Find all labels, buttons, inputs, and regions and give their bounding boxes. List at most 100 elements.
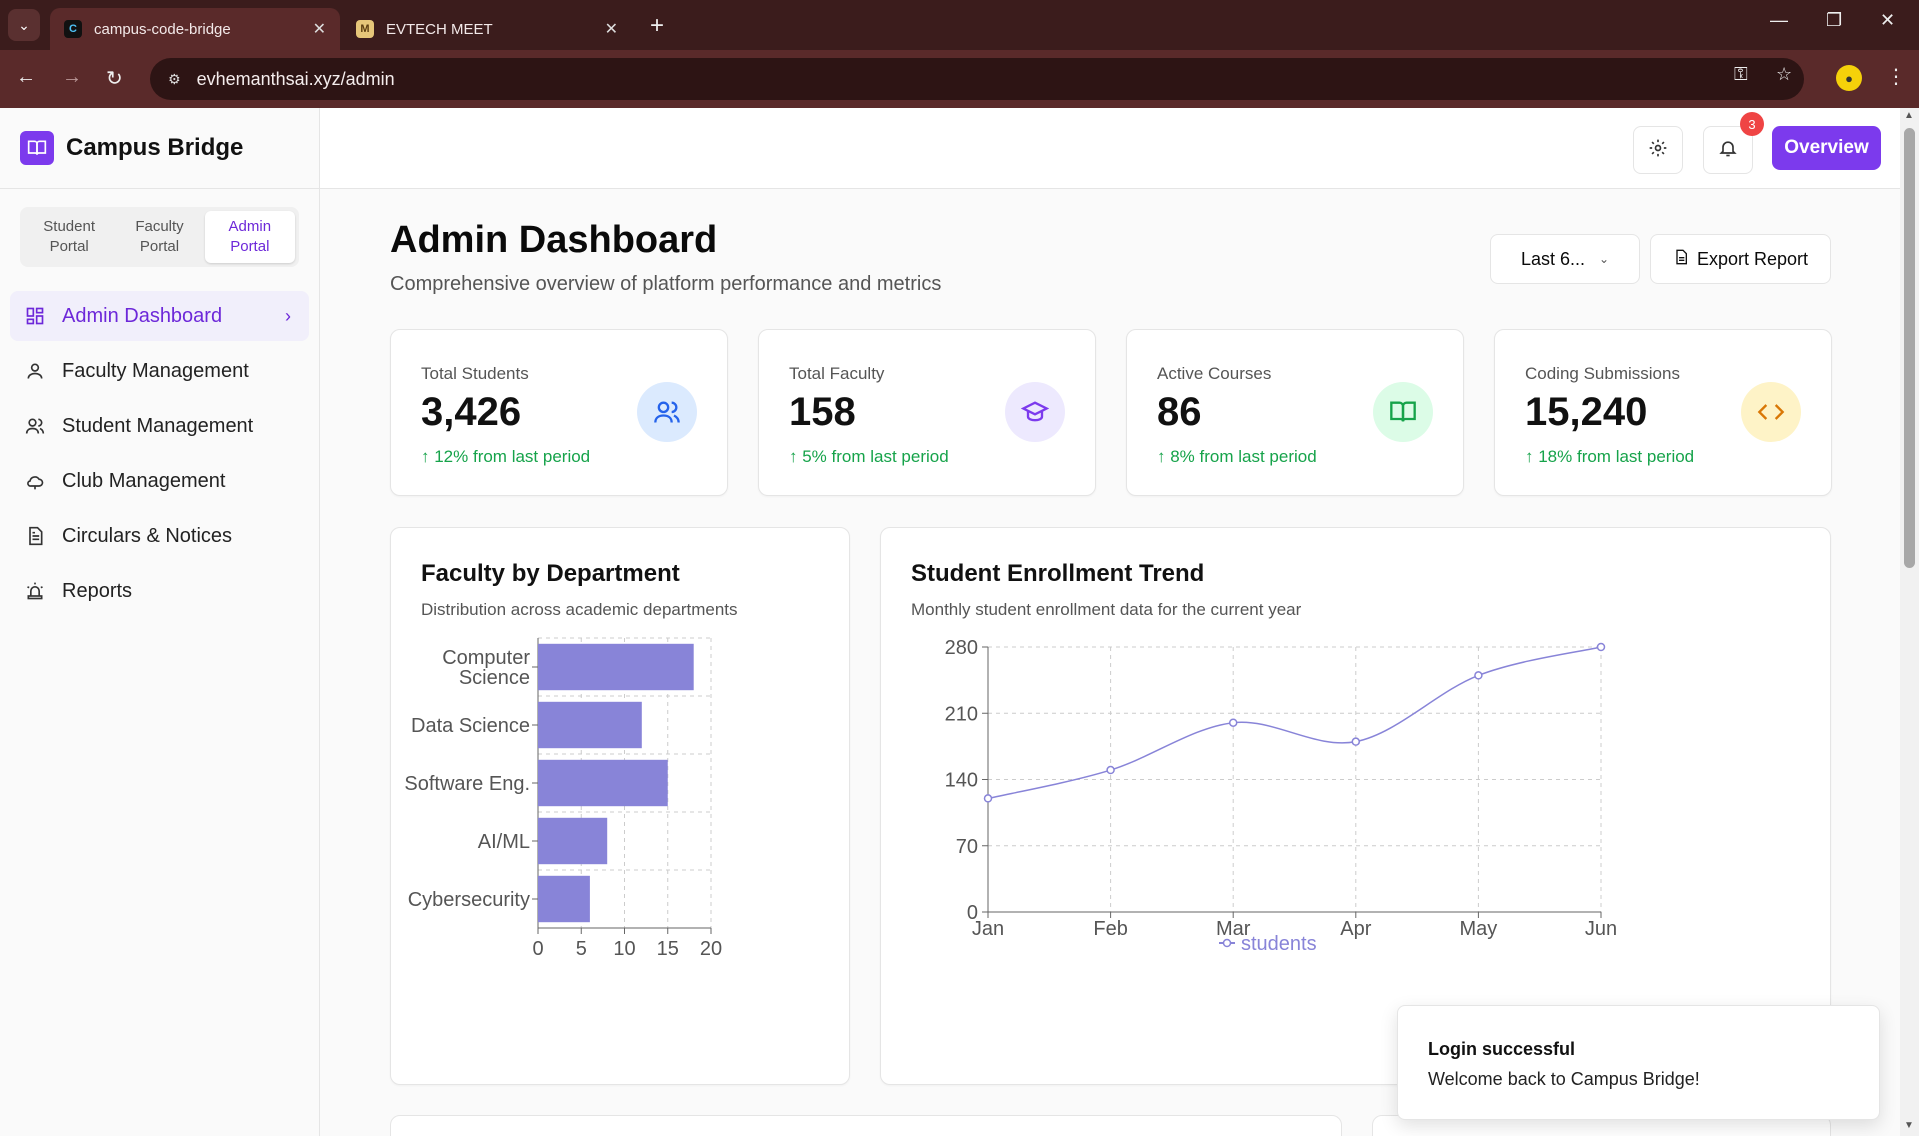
- date-range-select[interactable]: Last 6... ⌄: [1490, 234, 1640, 284]
- stat-card-active-courses: Active Courses 86 ↑ 8% from last period: [1126, 329, 1464, 496]
- bell-icon: [1718, 138, 1738, 163]
- close-icon[interactable]: ✕: [605, 19, 618, 39]
- sidebar-item-label: Admin Dashboard: [62, 304, 223, 327]
- dashboard-icon: [24, 305, 46, 327]
- profile-avatar-icon[interactable]: ●: [1836, 65, 1862, 91]
- minimize-icon[interactable]: —: [1770, 10, 1788, 31]
- category-label: Computer Science: [442, 647, 530, 689]
- legend-label: students: [1241, 933, 1317, 955]
- data-point: [1228, 718, 1238, 727]
- users-icon: [24, 415, 46, 437]
- address-bar[interactable]: ⚙ evhemanthsai.xyz/admin: [150, 58, 1804, 100]
- brand[interactable]: Campus Bridge: [0, 108, 319, 189]
- tab-search-button[interactable]: ⌄: [8, 9, 40, 41]
- book-open-icon: [20, 131, 54, 165]
- tab-label: EVTECH MEET: [386, 20, 493, 38]
- y-tick-label: 140: [945, 770, 978, 792]
- category-label: Software Eng.: [404, 773, 530, 795]
- sidebar-item-label: Reports: [62, 579, 133, 602]
- bar: [538, 701, 642, 749]
- scroll-thumb[interactable]: [1904, 128, 1915, 568]
- x-tick-label: Jan: [972, 918, 1004, 940]
- x-tick-label: 20: [700, 938, 722, 960]
- faculty-portal-tab[interactable]: Faculty Portal: [114, 211, 204, 263]
- stat-label: Total Faculty: [789, 364, 885, 383]
- bar: [538, 875, 590, 923]
- bookmark-star-icon[interactable]: ☆: [1776, 64, 1792, 85]
- campus-favicon-icon: C: [64, 20, 82, 38]
- page-subtitle: Comprehensive overview of platform perfo…: [390, 273, 942, 295]
- login-toast: Login successful Welcome back to Campus …: [1397, 1005, 1880, 1120]
- bar: [538, 643, 694, 691]
- sidebar-item-admin-dashboard[interactable]: Admin Dashboard ›: [10, 291, 309, 341]
- stat-value: 86: [1157, 390, 1202, 434]
- overview-button[interactable]: Overview: [1772, 126, 1881, 170]
- code-icon: [1741, 382, 1801, 442]
- stat-card-total-students: Total Students 3,426 ↑ 12% from last per…: [390, 329, 728, 496]
- restore-icon[interactable]: ❐: [1826, 10, 1842, 31]
- sidebar-item-label: Student Management: [62, 414, 254, 437]
- back-icon[interactable]: ←: [16, 66, 36, 89]
- close-icon[interactable]: ✕: [313, 19, 326, 39]
- export-label: Export Report: [1696, 248, 1809, 269]
- x-tick-label: 10: [613, 938, 635, 960]
- site-info-icon[interactable]: ⚙: [168, 71, 181, 88]
- lower-card-left: [390, 1115, 1342, 1136]
- forward-icon[interactable]: →: [62, 66, 82, 89]
- page-title: Admin Dashboard: [390, 219, 718, 261]
- browser-tab-campus[interactable]: C campus-code-bridge ✕: [50, 8, 340, 50]
- scroll-down-icon[interactable]: ▼: [1904, 1120, 1914, 1131]
- y-tick-label: 210: [945, 703, 978, 725]
- bar: [538, 759, 668, 807]
- sidebar-nav: Admin Dashboard › Faculty Management Stu…: [0, 291, 319, 616]
- enrollment-line-chart: 070140210280Jan Feb Mar Apr May Junstudents: [945, 637, 1618, 955]
- password-key-icon[interactable]: ⚿: [1734, 64, 1748, 85]
- window-close-icon[interactable]: ✕: [1880, 10, 1895, 31]
- sidebar-item-club-management[interactable]: Club Management: [10, 456, 309, 506]
- export-report-button[interactable]: Export Report: [1650, 234, 1831, 284]
- new-tab-button[interactable]: +: [650, 12, 664, 40]
- notification-count-badge: 3: [1740, 112, 1764, 136]
- x-tick-label: Apr: [1340, 918, 1371, 940]
- sidebar-item-circulars-notices[interactable]: Circulars & Notices: [10, 511, 309, 561]
- sidebar-item-student-management[interactable]: Student Management: [10, 401, 309, 451]
- evtech-favicon-icon: M: [356, 20, 374, 38]
- book-icon: [1373, 382, 1433, 442]
- stat-delta: ↑ 12% from last period: [421, 447, 591, 466]
- category-label: Cybersecurity: [408, 889, 530, 911]
- faculty-bar-chart: Computer Science Data Science Software Eng.…: [404, 637, 722, 960]
- app-header: [320, 108, 1900, 189]
- browser-tab-evtech[interactable]: M EVTECH MEET ✕: [342, 8, 632, 50]
- siren-icon: [24, 580, 46, 602]
- student-portal-tab[interactable]: Student Portal: [24, 211, 114, 263]
- data-point: [1474, 671, 1483, 680]
- brand-name: Campus Bridge: [66, 134, 244, 161]
- stat-value: 158: [789, 390, 856, 434]
- legend-marker: [1222, 938, 1232, 948]
- sidebar-item-faculty-management[interactable]: Faculty Management: [10, 346, 309, 396]
- scroll-up-icon[interactable]: ▲: [1904, 110, 1914, 121]
- data-point: [1106, 765, 1115, 775]
- faculty-by-department-card: Faculty by Department Distribution acros…: [390, 527, 850, 1085]
- graduation-cap-icon: [1005, 382, 1065, 442]
- category-label-line: Science: [459, 667, 530, 689]
- toast-title: Login successful: [1428, 1039, 1576, 1059]
- browser-menu-icon[interactable]: ⋮: [1886, 64, 1906, 89]
- x-tick-label: 5: [576, 938, 587, 960]
- chevron-right-icon: ›: [285, 305, 291, 326]
- category-label-line: Software Eng.: [404, 773, 530, 795]
- stat-card-total-faculty: Total Faculty 158 ↑ 5% from last period: [758, 329, 1096, 496]
- url-text: evhemanthsai.xyz/admin: [196, 68, 395, 89]
- sidebar-item-reports[interactable]: Reports: [10, 566, 309, 616]
- page-scrollbar[interactable]: ▲ ▼: [1900, 108, 1919, 1136]
- admin-portal-tab[interactable]: Admin Portal: [204, 211, 295, 263]
- reload-icon[interactable]: ↻: [106, 66, 123, 91]
- data-point: [1596, 642, 1606, 652]
- x-tick-label: Feb: [1093, 918, 1127, 940]
- stat-value: 15,240: [1525, 390, 1648, 434]
- settings-button[interactable]: [1633, 126, 1683, 174]
- chevron-down-icon: ⌄: [1598, 252, 1610, 266]
- stat-delta: ↑ 8% from last period: [1157, 447, 1317, 466]
- x-tick-label: 0: [532, 938, 543, 960]
- x-tick-label: Jun: [1585, 918, 1617, 940]
